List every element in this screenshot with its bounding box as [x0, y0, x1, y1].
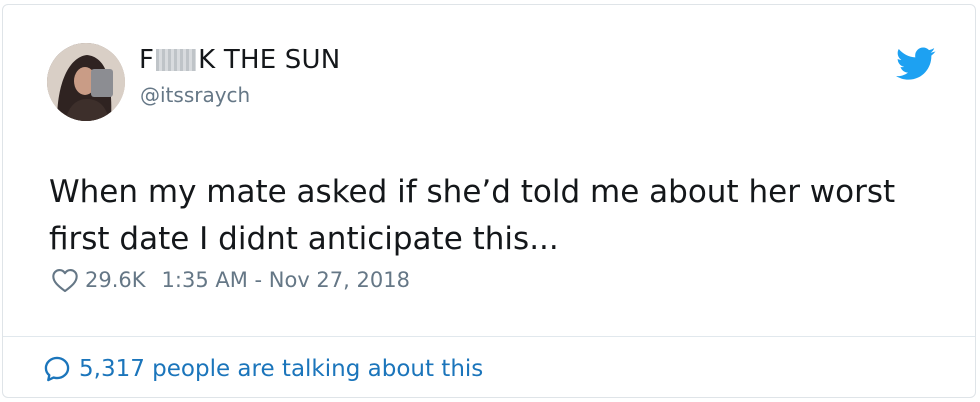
avatar-photo — [47, 43, 125, 121]
like-count[interactable]: 29.6K — [85, 268, 146, 292]
timestamp[interactable]: 1:35 AM - Nov 27, 2018 — [162, 268, 410, 292]
conversation-text: 5,317 people are talking about this — [79, 356, 484, 382]
display-name[interactable]: F K THE SUN — [139, 45, 340, 75]
display-name-end: K THE SUN — [198, 45, 341, 75]
divider — [3, 336, 975, 337]
censor-pixelation — [156, 49, 197, 71]
twitter-bird-icon[interactable] — [896, 47, 936, 81]
conversation-link[interactable]: 5,317 people are talking about this — [43, 355, 483, 383]
heart-icon[interactable] — [51, 267, 79, 293]
tweet-meta: 29.6K 1:35 AM - Nov 27, 2018 — [51, 267, 410, 293]
speech-bubble-icon — [44, 356, 70, 382]
avatar[interactable] — [47, 43, 125, 121]
tweet-card[interactable]: F K THE SUN @itssraych When my mate aske… — [2, 4, 976, 398]
tweet-text: When my mate asked if she’d told me abou… — [49, 174, 896, 257]
display-name-start: F — [139, 45, 155, 75]
user-handle[interactable]: @itssraych — [140, 83, 250, 107]
